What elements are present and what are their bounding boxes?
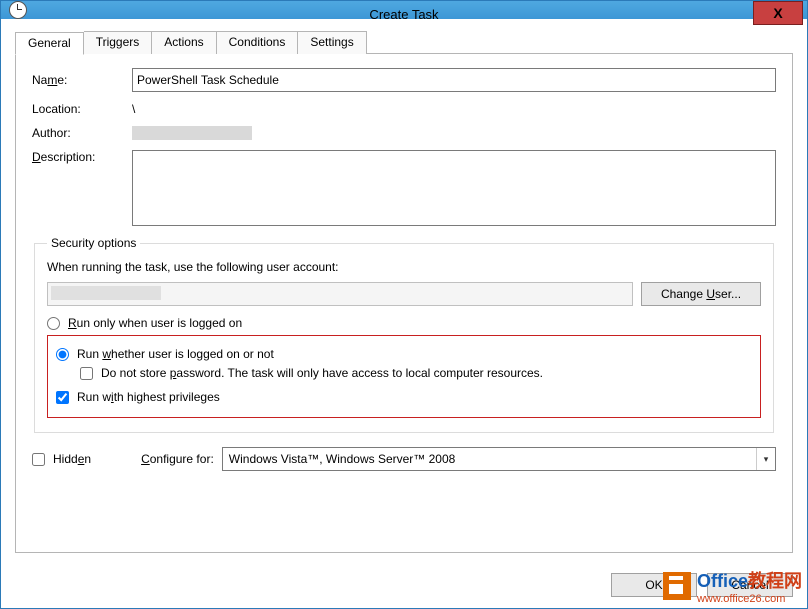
name-input[interactable] <box>132 68 776 92</box>
security-options-group: Security options When running the task, … <box>34 236 774 433</box>
general-panel: Name: Location: \ Author: Description: <box>15 53 793 553</box>
configure-for-combo[interactable]: Windows Vista™, Windows Server™ 2008 ▾ <box>222 447 776 471</box>
radio-run-logged-on-label: Run only when user is logged on <box>68 316 242 330</box>
check-highest-privileges-input[interactable] <box>56 391 69 404</box>
ok-button[interactable]: OK <box>611 573 697 597</box>
security-prompt: When running the task, use the following… <box>47 260 761 274</box>
author-label: Author: <box>32 126 132 140</box>
window-title: Create Task <box>369 7 438 22</box>
location-label: Location: <box>32 102 132 116</box>
titlebar[interactable]: Create Task X <box>1 1 807 19</box>
tab-general[interactable]: General <box>15 32 84 55</box>
chevron-down-icon[interactable]: ▾ <box>756 448 775 470</box>
radio-run-logged-on[interactable]: Run only when user is logged on <box>47 316 761 330</box>
description-label: Description: <box>32 150 132 164</box>
check-highest-privileges-label: Run with highest privileges <box>77 390 220 404</box>
radio-run-logged-on-input[interactable] <box>47 317 60 330</box>
account-display <box>47 282 633 306</box>
create-task-window: Create Task X General Triggers Actions C… <box>0 0 808 609</box>
client-area: General Triggers Actions Conditions Sett… <box>1 19 807 561</box>
author-value-redacted <box>132 126 252 140</box>
check-highest-privileges[interactable]: Run with highest privileges <box>56 390 752 404</box>
tab-strip: General Triggers Actions Conditions Sett… <box>15 31 793 54</box>
row-name: Name: <box>32 68 776 92</box>
close-icon: X <box>773 5 782 21</box>
configure-for-value: Windows Vista™, Windows Server™ 2008 <box>223 452 756 466</box>
radio-run-whether[interactable]: Run whether user is logged on or not <box>56 347 752 361</box>
bottom-row: Hidden Configure for: Windows Vista™, Wi… <box>32 447 776 471</box>
check-no-store-password[interactable]: Do not store password. The task will onl… <box>80 366 752 380</box>
dialog-button-row: OK Cancel <box>1 561 807 609</box>
cancel-button[interactable]: Cancel <box>707 573 793 597</box>
row-author: Author: <box>32 126 776 140</box>
name-label: Name: <box>32 73 132 87</box>
configure-for-label: Configure for: <box>141 452 214 466</box>
check-no-store-password-input[interactable] <box>80 367 93 380</box>
radio-run-whether-label: Run whether user is logged on or not <box>77 347 274 361</box>
change-user-button[interactable]: Change User... <box>641 282 761 306</box>
row-location: Location: \ <box>32 102 776 116</box>
check-no-store-password-label: Do not store password. The task will onl… <box>101 366 543 380</box>
tab-actions[interactable]: Actions <box>152 31 216 54</box>
check-hidden[interactable]: Hidden <box>32 452 91 466</box>
radio-run-whether-input[interactable] <box>56 348 69 361</box>
highlight-box: Run whether user is logged on or not Do … <box>47 335 761 418</box>
task-scheduler-icon <box>9 1 27 19</box>
check-hidden-label: Hidden <box>53 452 91 466</box>
row-description: Description: <box>32 150 776 226</box>
account-value-redacted <box>51 286 161 300</box>
check-hidden-input[interactable] <box>32 453 45 466</box>
description-textarea[interactable] <box>132 150 776 226</box>
security-legend: Security options <box>47 236 140 250</box>
tab-settings[interactable]: Settings <box>298 31 366 54</box>
tab-triggers[interactable]: Triggers <box>84 31 153 54</box>
location-value: \ <box>132 102 135 116</box>
close-button[interactable]: X <box>753 1 803 25</box>
tab-conditions[interactable]: Conditions <box>217 31 299 54</box>
account-row: Change User... <box>47 282 761 306</box>
